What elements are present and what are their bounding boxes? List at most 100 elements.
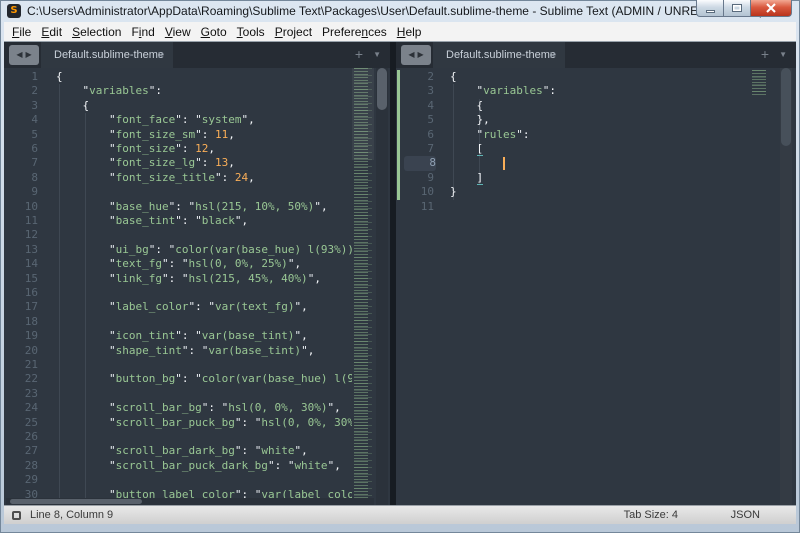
line-number: 8 <box>404 156 436 170</box>
code-line[interactable]: { <box>450 70 457 84</box>
code-area[interactable]: 1234567891011121314151617181920212223242… <box>4 68 390 505</box>
tab-scroll-left-icon[interactable]: ◀ <box>408 51 414 59</box>
menu-item-file[interactable]: File <box>7 23 36 41</box>
code-lines[interactable]: { "variables": { "font_face": "system", … <box>56 70 352 505</box>
menu-item-view[interactable]: View <box>160 23 196 41</box>
line-number: 11 <box>4 214 38 228</box>
gutter: 1234567891011121314151617181920212223242… <box>4 70 44 505</box>
line-number: 9 <box>396 171 434 185</box>
line-number: 13 <box>4 243 38 257</box>
minimap[interactable] <box>352 68 374 505</box>
tab-list-dropdown-icon[interactable]: ▼ <box>779 50 787 59</box>
code-line[interactable]: "scroll_bar_bg": "hsl(0, 0%, 30%)", <box>56 401 341 415</box>
menu-item-tools[interactable]: Tools <box>232 23 270 41</box>
line-number: 8 <box>4 171 38 185</box>
line-number: 17 <box>4 300 38 314</box>
code-area[interactable]: 234567891011 { "variables": { }, "rules"… <box>396 68 796 505</box>
code-line[interactable]: }, <box>450 113 490 127</box>
code-line[interactable]: ] <box>450 171 483 185</box>
code-line[interactable]: "font_face": "system", <box>56 113 255 127</box>
code-line[interactable]: "font_size_sm": 11, <box>56 128 235 142</box>
line-number: 1 <box>4 70 38 84</box>
status-bar: Line 8, Column 9 Tab Size: 4 JSON <box>4 505 796 524</box>
code-line[interactable]: "shape_tint": "var(base_tint)", <box>56 344 314 358</box>
code-line[interactable]: "button_bg": "color(var(base_hue) l(9 <box>56 372 352 386</box>
sublime-panel-icon[interactable] <box>12 511 21 520</box>
code-line[interactable]: "font_size_lg": 13, <box>56 156 235 170</box>
gutter: 234567891011 <box>396 70 440 505</box>
code-line[interactable]: "label_color": "var(text_fg)", <box>56 300 308 314</box>
tab-bar: ◀ ▶ Default.sublime-theme × + ▼ <box>4 42 390 68</box>
line-number: 15 <box>4 272 38 286</box>
line-number: 22 <box>4 372 38 386</box>
code-line[interactable]: "font_size": 12, <box>56 142 215 156</box>
tab-scroll-right-icon[interactable]: ▶ <box>418 51 424 59</box>
code-line[interactable]: { <box>450 99 483 113</box>
menu-item-find[interactable]: Find <box>126 23 159 41</box>
tab-scroll-right-icon[interactable]: ▶ <box>26 51 32 59</box>
code-lines[interactable]: { "variables": { }, "rules": [ ]} <box>450 70 750 505</box>
menu-item-goto[interactable]: Goto <box>196 23 232 41</box>
code-line[interactable]: } <box>450 185 457 199</box>
horizontal-scrollbar-thumb[interactable] <box>10 499 142 504</box>
tab-default-sublime-theme[interactable]: Default.sublime-theme × <box>433 42 565 68</box>
new-tab-button[interactable]: + <box>761 46 769 62</box>
vertical-scrollbar-thumb[interactable] <box>377 68 387 110</box>
tab-close-icon[interactable]: × <box>157 48 164 62</box>
line-number: 6 <box>4 142 38 156</box>
code-line[interactable]: "scroll_bar_puck_bg": "hsl(0, 0%, 30% <box>56 416 352 430</box>
code-line[interactable]: "rules": <box>450 128 530 142</box>
status-cursor-position: Line 8, Column 9 <box>30 509 113 521</box>
code-line[interactable]: "base_tint": "black", <box>56 214 248 228</box>
line-number: 24 <box>4 401 38 415</box>
close-button[interactable] <box>750 0 792 17</box>
code-line[interactable]: "scroll_bar_puck_dark_bg": "white", <box>56 459 341 473</box>
editor-area: ◀ ▶ Default.sublime-theme × + ▼ 1 2345678… <box>4 42 796 505</box>
maximize-button[interactable] <box>724 0 750 17</box>
code-line[interactable]: "font_size_title": 24, <box>56 171 255 185</box>
line-number: 18 <box>4 315 38 329</box>
vertical-scrollbar[interactable] <box>780 68 792 505</box>
vertical-scrollbar-thumb[interactable] <box>781 68 791 146</box>
minimize-button[interactable] <box>696 0 724 17</box>
minimap[interactable] <box>750 70 766 96</box>
tab-scroll-buttons[interactable]: ◀ ▶ <box>9 45 39 65</box>
tab-default-sublime-theme[interactable]: Default.sublime-theme × <box>41 42 173 68</box>
new-tab-button[interactable]: + <box>355 46 363 62</box>
menu-item-project[interactable]: Project <box>270 23 317 41</box>
tab-list-dropdown-icon[interactable]: ▼ <box>373 50 381 59</box>
window-titlebar[interactable]: S C:\Users\Administrator\AppData\Roaming… <box>0 0 800 22</box>
vertical-scrollbar[interactable] <box>376 68 388 505</box>
line-number: 20 <box>4 344 38 358</box>
close-icon <box>765 3 777 13</box>
menu-item-preferences[interactable]: Preferences <box>317 23 392 41</box>
code-line[interactable]: "text_fg": "hsl(0, 0%, 25%)", <box>56 257 301 271</box>
code-line[interactable]: "variables": <box>56 84 162 98</box>
status-tab-size[interactable]: Tab Size: 4 <box>624 509 678 521</box>
code-line[interactable]: "ui_bg": "color(var(base_hue) l(93%)) <box>56 243 352 257</box>
line-number: 10 <box>4 200 38 214</box>
code-line[interactable]: { <box>56 70 63 84</box>
menu-item-selection[interactable]: Selection <box>67 23 126 41</box>
tab-scroll-buttons[interactable]: ◀ ▶ <box>401 45 431 65</box>
line-number: 3 <box>4 99 38 113</box>
code-line[interactable]: "base_hue": "hsl(215, 10%, 50%)", <box>56 200 328 214</box>
code-line[interactable]: "scroll_bar_dark_bg": "white", <box>56 444 308 458</box>
code-line[interactable]: { <box>56 99 89 113</box>
line-number: 5 <box>4 128 38 142</box>
tab-scroll-left-icon[interactable]: ◀ <box>16 51 22 59</box>
code-line[interactable]: "variables": <box>450 84 556 98</box>
code-line[interactable] <box>450 156 503 170</box>
tab-close-icon[interactable]: × <box>549 48 556 62</box>
code-line[interactable]: "link_fg": "hsl(215, 45%, 40%)", <box>56 272 321 286</box>
menu-item-edit[interactable]: Edit <box>36 23 67 41</box>
status-syntax[interactable]: JSON <box>731 509 760 521</box>
code-line[interactable]: "icon_tint": "var(base_tint)", <box>56 329 308 343</box>
menu-item-help[interactable]: Help <box>392 23 427 41</box>
maximize-icon <box>732 4 742 12</box>
code-line[interactable]: [ <box>450 142 483 156</box>
line-number: 6 <box>396 128 434 142</box>
line-number: 10 <box>396 185 434 199</box>
app-window: S C:\Users\Administrator\AppData\Roaming… <box>0 0 800 533</box>
horizontal-scrollbar[interactable] <box>6 498 374 505</box>
